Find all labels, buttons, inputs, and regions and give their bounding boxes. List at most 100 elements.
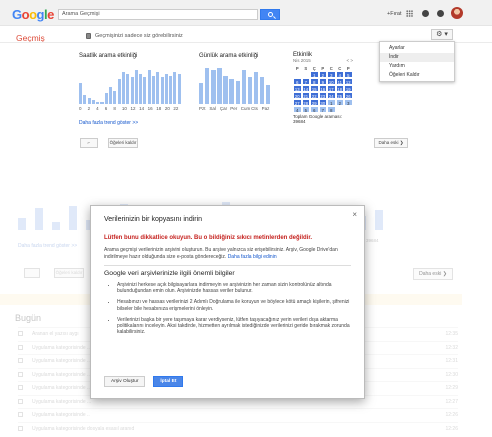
select-all-checkbox[interactable]: ⌐ [80,138,98,148]
calendar-day[interactable]: 9 [318,78,327,85]
calendar-day[interactable]: 6 [310,106,319,113]
google-logo[interactable]: Google [12,7,54,22]
axis-tick-label: 10 [121,106,127,111]
calendar-day[interactable]: 2 [335,99,344,106]
calendar-day[interactable]: 29 [310,99,319,106]
hourly-chart-title: Saatlik arama etkinliği [79,53,138,59]
chart-bar [235,81,240,104]
axis-tick-label: Per [230,106,238,111]
calendar-day[interactable]: 12 [344,78,353,85]
calendar-weekday: P [344,64,353,71]
calendar-day[interactable]: 25 [335,92,344,99]
axis-tick-label: 2 [87,106,91,111]
logo-letter: g [36,7,45,22]
older-button[interactable]: Daha eski ❯ [374,138,408,148]
chart-bar [241,69,246,104]
calendar-nav-arrows[interactable]: < > [346,58,353,63]
remove-items-button[interactable]: Öğeleri kaldır [108,138,138,148]
dialog-buttons: Arşiv Oluştur İptal Et [104,376,189,387]
calendar-day[interactable]: 2 [318,71,327,78]
chart-bar [199,83,204,104]
calendar-day[interactable]: 1 [310,71,319,78]
calendar-day[interactable]: 28 [301,99,310,106]
chart-bar [169,75,173,104]
calendar-weekday: Ç [310,64,319,71]
share-icon[interactable] [437,10,444,17]
menu-item-download[interactable]: İndir [380,52,454,62]
calendar-day[interactable]: 15 [310,85,319,92]
axis-tick-label: 20 [164,106,170,111]
calendar-day[interactable]: 14 [301,85,310,92]
chart-bar [147,69,151,104]
axis-tick-label: Cum [240,106,251,111]
chart-bar [126,73,130,104]
calendar-day[interactable]: 3 [344,99,353,106]
dialog-intro: Arama geçmişi verilerinizin arşivini olu… [104,247,351,260]
total-searches: Toplam Google araması: 39684 [293,114,343,124]
calendar-day[interactable]: 30 [318,99,327,106]
calendar-day[interactable]: 8 [327,106,336,113]
lock-icon [86,33,91,39]
avatar[interactable] [451,7,463,19]
calendar-day[interactable]: 17 [327,85,336,92]
axis-tick-label: 0 [79,106,82,111]
calendar-day[interactable]: 20 [293,92,302,99]
calendar-day[interactable]: 24 [327,92,336,99]
calendar-day[interactable]: 5 [344,71,353,78]
dialog-intro-text: Arama geçmişi verilerinizin arşivini olu… [104,247,338,260]
logo-letter: o [29,7,37,22]
calendar-day[interactable]: 27 [293,99,302,106]
notifications-icon[interactable] [422,10,429,17]
chart-bar [217,67,222,104]
calendar-day[interactable]: 1 [327,99,336,106]
calendar-day[interactable]: 13 [293,85,302,92]
apps-grid-icon[interactable] [406,10,413,17]
chart-bar [151,75,156,104]
bullet-item: Hesabınızı ve hassas verilerinizi 2 Adım… [117,299,351,311]
chart-bar [253,71,259,104]
calendar-day[interactable]: 4 [335,71,344,78]
calendar-day[interactable]: 18 [335,85,344,92]
calendar-day[interactable]: 10 [327,78,336,85]
logo-letter: o [21,7,30,22]
calendar-day[interactable]: 5 [301,106,310,113]
search-input[interactable]: Arama Geçmişi [58,9,258,20]
calendar-day[interactable]: 21 [301,92,310,99]
calendar-weekday: P [293,64,302,71]
calendar-day [301,71,310,78]
learn-more-link[interactable]: Daha fazla bilgi edinin [228,254,277,260]
calendar-day[interactable]: 11 [335,78,344,85]
calendar-day[interactable]: 23 [318,92,327,99]
calendar-day[interactable]: 7 [301,78,310,85]
calendar-day[interactable]: 3 [327,71,336,78]
create-archive-button[interactable]: Arşiv Oluştur [104,376,146,387]
settings-gear-button[interactable]: ⚙ ▾ [431,29,453,40]
chart-bar [143,77,147,104]
chart-bar [177,73,181,104]
more-trends-link[interactable]: Daha fazla trend göster >> [79,120,138,126]
calendar-month: Nis 2015 [293,58,311,63]
close-icon[interactable]: × [352,210,357,219]
calendar-weekday: C [335,64,344,71]
chart-bar [173,71,177,104]
calendar-day[interactable]: 8 [310,78,319,85]
calendar-day[interactable]: 6 [293,78,302,85]
search-button[interactable] [260,9,280,20]
calendar-day[interactable]: 26 [344,92,353,99]
calendar-day[interactable]: 22 [310,92,319,99]
menu-item-remove-items[interactable]: Öğeleri Kaldır [380,70,454,79]
calendar-day[interactable]: 19 [344,85,353,92]
chart-bar [79,83,83,104]
calendar-day[interactable]: 16 [318,85,327,92]
calendar-weekday: S [301,64,310,71]
menu-item-help[interactable]: Yardım [380,62,454,71]
menu-item-settings[interactable]: Ayarlar [380,44,454,53]
user-profile-link[interactable]: +Fırat [387,11,402,17]
chart-bar [91,100,95,104]
cancel-button[interactable]: İptal Et [153,376,184,387]
calendar-day[interactable]: 4 [293,106,302,113]
calendar-day[interactable]: 7 [318,106,327,113]
chart-bar [83,94,87,104]
chart-bar [247,77,253,104]
calendar-weekday: C [327,64,336,71]
